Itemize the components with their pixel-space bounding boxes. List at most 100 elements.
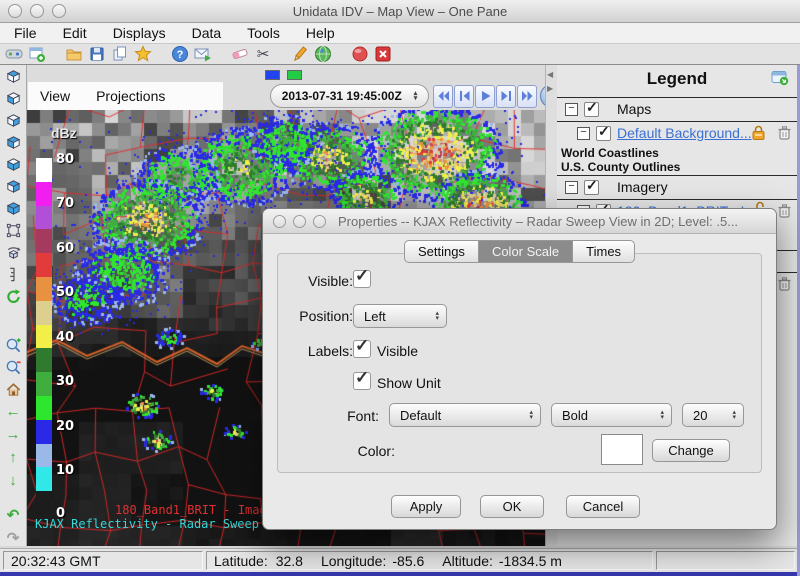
readout-indicator-blue [265,70,280,80]
vertical-scale-ruler-icon[interactable] [4,265,23,283]
font-style-dropdown[interactable]: Bold ▴▾ [551,403,672,427]
box-outline-icon[interactable] [4,221,23,239]
zoom-out-icon[interactable] [4,358,23,376]
pan-left-icon[interactable]: ← [4,402,23,421]
collapse-left-icon[interactable]: ◀ [547,71,553,79]
zoom-in-icon[interactable] [4,336,23,354]
dialog-titlebar[interactable]: Properties -- KJAX Reflectivity – Radar … [263,209,776,234]
new-display-window-icon[interactable] [28,45,46,63]
edit-pencil-icon[interactable] [291,45,309,63]
view-north-icon[interactable] [4,133,23,151]
exit-icon[interactable] [374,45,392,63]
apply-button[interactable]: Apply [391,495,461,518]
colorbar-segment [36,253,52,277]
stop-loads-icon[interactable] [351,45,369,63]
help-icon[interactable]: ? [171,45,189,63]
pan-up-icon[interactable]: ↑ [4,448,23,467]
support-request-icon[interactable] [194,45,212,63]
menu-displays[interactable]: Displays [113,25,166,41]
globe-projection-icon[interactable] [314,45,332,63]
rotate-view-icon[interactable] [4,243,23,261]
menu-projections[interactable]: Projections [96,88,165,104]
collapse-right-icon[interactable]: ▶ [547,85,553,93]
colorbar-tick: 60 [56,241,74,256]
collapse-group-icon[interactable]: − [565,181,578,194]
trash-icon[interactable] [776,202,793,224]
show-unit-checkbox[interactable] [353,372,371,390]
longitude-label: Longitude: [321,553,386,569]
view-south-icon[interactable] [4,177,23,195]
cancel-button[interactable]: Cancel [566,495,640,518]
dropdown-arrows-icon: ▴▾ [435,311,439,321]
colorbar-unit-label: dBz [51,125,77,141]
collapse-group-icon[interactable]: − [565,103,578,116]
colorbar-tick: 10 [56,463,74,478]
colorbar-segment [36,348,52,372]
menu-data[interactable]: Data [192,25,222,41]
colorbar-tick: 70 [56,196,74,211]
pan-right-icon[interactable]: → [4,425,23,444]
imagery-visibility-checkbox[interactable] [584,180,599,195]
step-forward-button[interactable] [496,85,516,108]
window-titlebar[interactable]: Unidata IDV – Map View – One Pane [0,0,800,23]
menu-view[interactable]: View [40,88,70,104]
open-file-icon[interactable] [65,45,83,63]
time-stepper-icon[interactable]: ▴▾ [414,91,418,101]
dialog-zoom-icon[interactable] [313,215,326,228]
pan-down-icon[interactable]: ↓ [4,471,23,490]
view-east-icon[interactable] [4,155,23,173]
tab-color-scale[interactable]: Color Scale [479,240,572,263]
menu-help[interactable]: Help [306,25,335,41]
menu-file[interactable]: File [14,25,37,41]
legend-group-imagery: − Imagery [565,179,668,195]
favorites-star-icon[interactable] [134,45,152,63]
position-dropdown[interactable]: Left ▴▾ [353,304,447,328]
font-size-dropdown[interactable]: 20 ▴▾ [682,403,744,427]
collapse-item-icon[interactable]: − [577,127,590,140]
position-readout-box: Latitude: 32.8 Longitude: -85.6 Altitude… [206,551,653,570]
maps-visibility-checkbox[interactable] [584,102,599,117]
ok-button[interactable]: OK [480,495,544,518]
statusbar: 20:32:43 GMT Latitude: 32.8 Longitude: -… [0,548,800,573]
view-bottom-icon[interactable] [4,111,23,129]
dashboard-icon[interactable] [5,45,23,63]
item-visibility-checkbox[interactable] [596,126,611,141]
auto-rotate-icon[interactable] [4,287,23,305]
legend-item-link[interactable]: Default Background... [617,125,752,141]
step-back-button[interactable] [454,85,474,108]
go-to-end-button[interactable] [517,85,537,108]
labels-visible-checkbox[interactable] [353,340,371,358]
show-unit-text: Show Unit [377,375,441,391]
copy-icon[interactable] [111,45,129,63]
save-icon[interactable] [88,45,106,63]
change-color-button[interactable]: Change [652,439,730,462]
menu-tools[interactable]: Tools [247,25,280,41]
tab-settings[interactable]: Settings [404,240,479,263]
lock-closed-icon[interactable] [750,124,767,146]
eraser-icon[interactable] [231,45,249,63]
color-swatch[interactable] [601,434,643,465]
tab-times[interactable]: Times [572,240,635,263]
memory-box [656,551,795,570]
dropdown-arrows-icon: ▴▾ [732,410,736,420]
time-selector[interactable]: 2013-07-31 19:45:00Z ▴▾ [270,84,429,108]
undo-icon[interactable]: ↶ [4,506,23,525]
scissors-icon[interactable]: ✂ [254,45,272,63]
dialog-title: Properties -- KJAX Reflectivity – Radar … [338,214,738,229]
go-to-start-button[interactable] [433,85,453,108]
view-west-icon[interactable] [4,199,23,217]
visible-checkbox[interactable] [353,270,371,288]
view-perspective-icon[interactable] [4,67,23,85]
view-top-icon[interactable] [4,89,23,107]
colorbar-segment [36,158,52,182]
dialog-close-icon[interactable] [273,215,286,228]
home-icon[interactable] [4,380,23,398]
font-name-dropdown[interactable]: Default ▴▾ [389,403,541,427]
trash-icon[interactable] [776,124,793,146]
font-name-value: Default [400,408,441,423]
float-legend-icon[interactable] [771,70,789,91]
dialog-minimize-icon[interactable] [293,215,306,228]
play-button[interactable] [475,85,495,108]
trash-icon[interactable] [776,275,793,297]
menu-edit[interactable]: Edit [63,25,87,41]
